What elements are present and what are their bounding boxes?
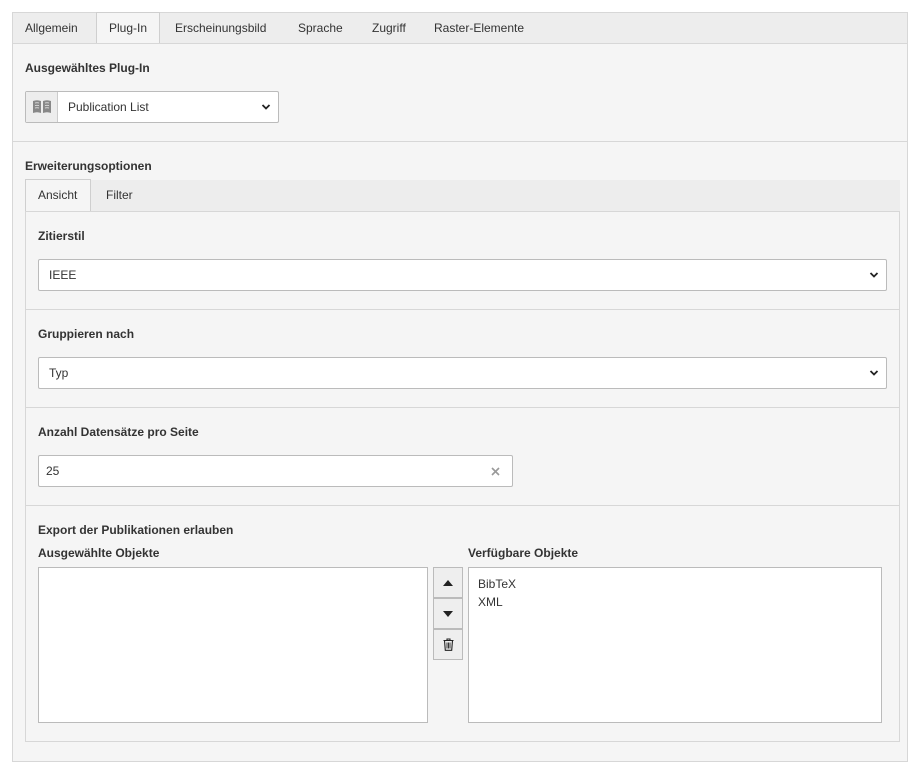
group-by-select[interactable]: Typ xyxy=(38,357,887,389)
selected-plugin-label: Ausgewähltes Plug-In xyxy=(25,61,150,75)
chevron-down-icon xyxy=(869,370,879,376)
tab-filter[interactable]: Filter xyxy=(94,180,145,212)
records-per-page-value: 25 xyxy=(46,464,60,478)
chevron-down-icon xyxy=(261,104,271,110)
records-per-page-label: Anzahl Datensätze pro Seite xyxy=(38,425,199,439)
available-objects-label: Verfügbare Objekte xyxy=(468,546,579,560)
selected-objects-label: Ausgewählte Objekte xyxy=(38,546,160,560)
records-per-page-input[interactable]: 25 xyxy=(38,455,513,487)
extension-tabbar: Ansicht Filter xyxy=(25,179,900,212)
tab-raster-elemente[interactable]: Raster-Elemente xyxy=(422,13,536,45)
export-label: Export der Publikationen erlauben xyxy=(38,523,234,537)
selected-objects-list[interactable] xyxy=(38,567,428,723)
move-up-button[interactable] xyxy=(433,567,463,598)
move-down-button[interactable] xyxy=(433,598,463,629)
close-icon[interactable] xyxy=(491,467,500,476)
group-by-value: Typ xyxy=(49,366,69,380)
arrow-down-icon xyxy=(443,610,453,617)
delete-button[interactable] xyxy=(433,629,463,660)
citation-style-label: Zitierstil xyxy=(38,229,85,243)
tab-erscheinungsbild[interactable]: Erscheinungsbild xyxy=(163,13,278,45)
citation-style-select[interactable]: IEEE xyxy=(38,259,887,291)
section-divider xyxy=(26,309,899,310)
main-tabbar: Allgemein Plug-In Erscheinungsbild Sprac… xyxy=(12,12,908,45)
section-divider xyxy=(26,505,899,506)
citation-style-value: IEEE xyxy=(49,268,77,282)
tab-sprache[interactable]: Sprache xyxy=(286,13,355,45)
arrow-up-icon xyxy=(443,579,453,586)
extension-options-label: Erweiterungsoptionen xyxy=(25,159,152,173)
available-objects-list[interactable]: BibTeX XML xyxy=(468,567,882,723)
trash-icon xyxy=(443,638,453,651)
tab-zugriff[interactable]: Zugriff xyxy=(360,13,418,45)
chevron-down-icon xyxy=(869,272,879,278)
tab-ansicht[interactable]: Ansicht xyxy=(25,179,91,212)
group-by-label: Gruppieren nach xyxy=(38,327,135,341)
plugin-select-value: Publication List xyxy=(68,100,149,114)
tab-allgemein[interactable]: Allgemein xyxy=(13,13,90,45)
section-divider xyxy=(13,141,907,142)
tab-plug-in[interactable]: Plug-In xyxy=(96,12,161,45)
section-divider xyxy=(26,407,899,408)
book-icon xyxy=(26,92,58,122)
available-item-bibtex[interactable]: BibTeX xyxy=(478,575,872,593)
available-item-xml[interactable]: XML xyxy=(478,593,872,611)
plugin-select[interactable]: Publication List xyxy=(25,91,279,123)
